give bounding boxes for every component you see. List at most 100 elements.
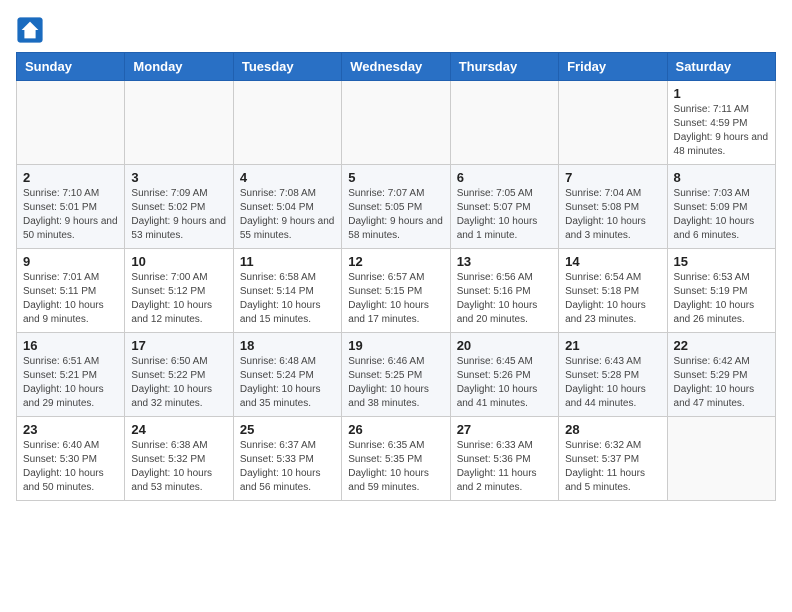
day-number: 15 [674, 254, 769, 269]
day-number: 23 [23, 422, 118, 437]
calendar-cell: 17 Sunrise: 6:50 AM Sunset: 5:22 PM Dayli… [125, 333, 233, 417]
day-info: Sunrise: 6:35 AM Sunset: 5:35 PM Dayligh… [348, 439, 443, 495]
day-number: 11 [240, 254, 335, 269]
calendar-cell: 4 Sunrise: 7:08 AM Sunset: 5:04 PM Daylig… [233, 165, 341, 249]
calendar-header: SundayMondayTuesdayWednesdayThursdayFrid… [17, 53, 776, 81]
weekday-header-thursday: Thursday [450, 53, 558, 81]
day-info: Sunrise: 6:46 AM Sunset: 5:25 PM Dayligh… [348, 355, 443, 411]
calendar-cell: 20 Sunrise: 6:45 AM Sunset: 5:26 PM Dayli… [450, 333, 558, 417]
day-number: 28 [565, 422, 660, 437]
day-info: Sunrise: 7:03 AM Sunset: 5:09 PM Dayligh… [674, 187, 769, 243]
day-number: 21 [565, 338, 660, 353]
day-info: Sunrise: 7:07 AM Sunset: 5:05 PM Dayligh… [348, 187, 443, 243]
day-info: Sunrise: 6:42 AM Sunset: 5:29 PM Dayligh… [674, 355, 769, 411]
calendar-cell: 8Sunrise: 7:03 AM Sunset: 5:09 PM Daylig… [667, 165, 775, 249]
day-number: 7 [565, 170, 660, 185]
day-number: 10 [131, 254, 226, 269]
day-number: 22 [674, 338, 769, 353]
day-number: 4 [240, 170, 335, 185]
day-number: 25 [240, 422, 335, 437]
day-info: Sunrise: 6:50 AM Sunset: 5:22 PM Dayligh… [131, 355, 226, 411]
calendar-cell: 6 Sunrise: 7:05 AM Sunset: 5:07 PM Daylig… [450, 165, 558, 249]
calendar-cell: 18Sunrise: 6:48 AM Sunset: 5:24 PM Dayli… [233, 333, 341, 417]
day-info: Sunrise: 7:01 AM Sunset: 5:11 PM Dayligh… [23, 271, 118, 327]
day-info: Sunrise: 6:32 AM Sunset: 5:37 PM Dayligh… [565, 439, 660, 495]
day-number: 3 [131, 170, 226, 185]
calendar-cell [342, 81, 450, 165]
calendar-cell: 23 Sunrise: 6:40 AM Sunset: 5:30 PM Dayli… [17, 417, 125, 501]
day-info: Sunrise: 6:56 AM Sunset: 5:16 PM Dayligh… [457, 271, 552, 327]
day-info: Sunrise: 6:45 AM Sunset: 5:26 PM Dayligh… [457, 355, 552, 411]
calendar-week-3: 9 Sunrise: 7:01 AM Sunset: 5:11 PM Daylig… [17, 249, 776, 333]
weekday-header-friday: Friday [559, 53, 667, 81]
calendar-week-4: 16 Sunrise: 6:51 AM Sunset: 5:21 PM Dayli… [17, 333, 776, 417]
day-number: 5 [348, 170, 443, 185]
calendar-cell: 7 Sunrise: 7:04 AM Sunset: 5:08 PM Daylig… [559, 165, 667, 249]
day-info: Sunrise: 6:40 AM Sunset: 5:30 PM Dayligh… [23, 439, 118, 495]
calendar-cell [17, 81, 125, 165]
calendar-week-1: 1Sunrise: 7:11 AM Sunset: 4:59 PM Daylig… [17, 81, 776, 165]
calendar-cell: 25 Sunrise: 6:37 AM Sunset: 5:33 PM Dayli… [233, 417, 341, 501]
calendar-cell: 24 Sunrise: 6:38 AM Sunset: 5:32 PM Dayli… [125, 417, 233, 501]
day-number: 24 [131, 422, 226, 437]
weekday-header-tuesday: Tuesday [233, 53, 341, 81]
day-number: 14 [565, 254, 660, 269]
weekday-header-saturday: Saturday [667, 53, 775, 81]
day-number: 27 [457, 422, 552, 437]
day-number: 20 [457, 338, 552, 353]
calendar-cell [233, 81, 341, 165]
calendar-table: SundayMondayTuesdayWednesdayThursdayFrid… [16, 52, 776, 501]
day-info: Sunrise: 7:11 AM Sunset: 4:59 PM Dayligh… [674, 103, 769, 159]
calendar-cell: 15 Sunrise: 6:53 AM Sunset: 5:19 PM Dayli… [667, 249, 775, 333]
day-info: Sunrise: 6:54 AM Sunset: 5:18 PM Dayligh… [565, 271, 660, 327]
day-info: Sunrise: 6:33 AM Sunset: 5:36 PM Dayligh… [457, 439, 552, 495]
calendar-cell: 2 Sunrise: 7:10 AM Sunset: 5:01 PM Daylig… [17, 165, 125, 249]
weekday-header-monday: Monday [125, 53, 233, 81]
calendar-cell [125, 81, 233, 165]
calendar-cell: 9 Sunrise: 7:01 AM Sunset: 5:11 PM Daylig… [17, 249, 125, 333]
calendar-cell: 10 Sunrise: 7:00 AM Sunset: 5:12 PM Dayli… [125, 249, 233, 333]
calendar-cell: 22 Sunrise: 6:42 AM Sunset: 5:29 PM Dayli… [667, 333, 775, 417]
weekday-header-sunday: Sunday [17, 53, 125, 81]
calendar-cell [450, 81, 558, 165]
calendar-cell: 19 Sunrise: 6:46 AM Sunset: 5:25 PM Dayli… [342, 333, 450, 417]
day-info: Sunrise: 6:58 AM Sunset: 5:14 PM Dayligh… [240, 271, 335, 327]
day-number: 17 [131, 338, 226, 353]
calendar-cell: 11 Sunrise: 6:58 AM Sunset: 5:14 PM Dayli… [233, 249, 341, 333]
logo [16, 16, 48, 44]
calendar-cell [667, 417, 775, 501]
weekday-header-wednesday: Wednesday [342, 53, 450, 81]
calendar-cell: 13Sunrise: 6:56 AM Sunset: 5:16 PM Dayli… [450, 249, 558, 333]
day-info: Sunrise: 6:57 AM Sunset: 5:15 PM Dayligh… [348, 271, 443, 327]
day-number: 18 [240, 338, 335, 353]
day-info: Sunrise: 6:38 AM Sunset: 5:32 PM Dayligh… [131, 439, 226, 495]
calendar-cell: 1Sunrise: 7:11 AM Sunset: 4:59 PM Daylig… [667, 81, 775, 165]
calendar-body: 1Sunrise: 7:11 AM Sunset: 4:59 PM Daylig… [17, 81, 776, 501]
day-number: 12 [348, 254, 443, 269]
day-number: 16 [23, 338, 118, 353]
day-number: 9 [23, 254, 118, 269]
calendar-cell: 5 Sunrise: 7:07 AM Sunset: 5:05 PM Daylig… [342, 165, 450, 249]
day-info: Sunrise: 7:04 AM Sunset: 5:08 PM Dayligh… [565, 187, 660, 243]
calendar-cell: 27 Sunrise: 6:33 AM Sunset: 5:36 PM Dayli… [450, 417, 558, 501]
day-number: 19 [348, 338, 443, 353]
calendar-week-5: 23 Sunrise: 6:40 AM Sunset: 5:30 PM Dayli… [17, 417, 776, 501]
calendar-cell: 14 Sunrise: 6:54 AM Sunset: 5:18 PM Dayli… [559, 249, 667, 333]
day-info: Sunrise: 7:09 AM Sunset: 5:02 PM Dayligh… [131, 187, 226, 243]
day-number: 2 [23, 170, 118, 185]
day-info: Sunrise: 6:53 AM Sunset: 5:19 PM Dayligh… [674, 271, 769, 327]
calendar-cell: 28 Sunrise: 6:32 AM Sunset: 5:37 PM Dayli… [559, 417, 667, 501]
day-info: Sunrise: 6:37 AM Sunset: 5:33 PM Dayligh… [240, 439, 335, 495]
day-number: 6 [457, 170, 552, 185]
day-info: Sunrise: 7:00 AM Sunset: 5:12 PM Dayligh… [131, 271, 226, 327]
day-info: Sunrise: 7:08 AM Sunset: 5:04 PM Dayligh… [240, 187, 335, 243]
day-info: Sunrise: 6:51 AM Sunset: 5:21 PM Dayligh… [23, 355, 118, 411]
calendar-week-2: 2 Sunrise: 7:10 AM Sunset: 5:01 PM Daylig… [17, 165, 776, 249]
day-info: Sunrise: 7:05 AM Sunset: 5:07 PM Dayligh… [457, 187, 552, 243]
calendar-cell: 21Sunrise: 6:43 AM Sunset: 5:28 PM Dayli… [559, 333, 667, 417]
page-header [16, 16, 776, 44]
day-number: 26 [348, 422, 443, 437]
calendar-cell [559, 81, 667, 165]
day-info: Sunrise: 7:10 AM Sunset: 5:01 PM Dayligh… [23, 187, 118, 243]
weekday-header-row: SundayMondayTuesdayWednesdayThursdayFrid… [17, 53, 776, 81]
